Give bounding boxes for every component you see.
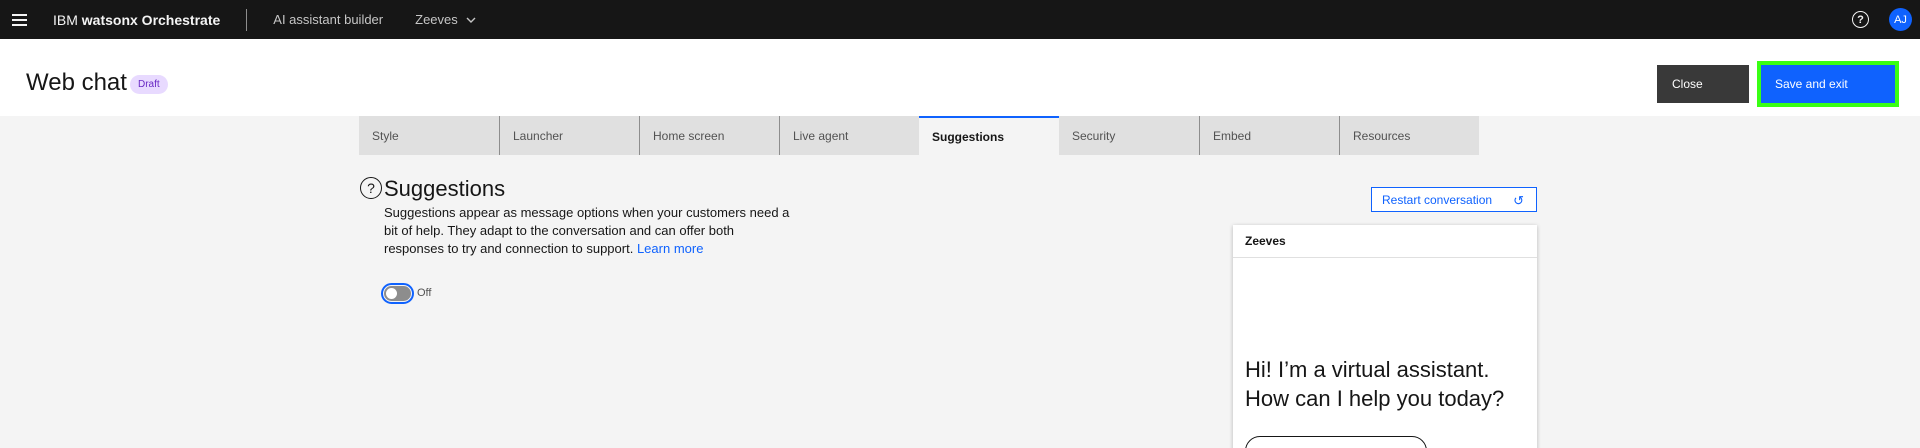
tab-live-agent[interactable]: Live agent — [779, 116, 919, 155]
brand-prefix: IBM — [53, 11, 78, 28]
section-title: Suggestions — [384, 176, 506, 201]
restart-icon: ↺ — [1513, 193, 1524, 208]
description-text: Suggestions appear as message options wh… — [384, 205, 790, 256]
save-and-exit-button[interactable]: Save and exit — [1757, 61, 1899, 107]
chat-header: Zeeves — [1233, 225, 1537, 258]
product-brand[interactable]: IBM watsonx Orchestrate — [53, 12, 220, 28]
tab-embed[interactable]: Embed — [1199, 116, 1339, 155]
tab-security[interactable]: Security — [1059, 116, 1199, 155]
page-header — [0, 39, 1920, 116]
page-title: Web chat — [26, 69, 127, 96]
learn-more-link[interactable]: Learn more — [637, 241, 703, 256]
close-button[interactable]: Close — [1657, 65, 1749, 103]
tab-launcher[interactable]: Launcher — [499, 116, 639, 155]
settings-tabs: Style Launcher Home screen Live agent Su… — [359, 116, 1479, 155]
section-description: Suggestions appear as message options wh… — [384, 204, 794, 258]
avatar[interactable]: AJ — [1889, 8, 1912, 31]
suggestions-toggle[interactable] — [381, 283, 414, 304]
chevron-down-icon — [466, 17, 476, 23]
chat-preview: Zeeves Hi! I’m a virtual assistant. How … — [1233, 225, 1537, 448]
assistant-switcher[interactable]: Zeeves — [415, 12, 476, 27]
status-badge: Draft — [130, 75, 168, 94]
tab-home-screen[interactable]: Home screen — [639, 116, 779, 155]
top-bar: IBM watsonx Orchestrate AI assistant bui… — [0, 0, 1920, 39]
question-icon: ? — [360, 177, 382, 199]
tab-resources[interactable]: Resources — [1339, 116, 1479, 155]
restart-label: Restart conversation — [1382, 192, 1493, 207]
divider — [246, 8, 248, 31]
help-icon[interactable]: ? — [1852, 11, 1869, 28]
breadcrumb-ai-assistant-builder[interactable]: AI assistant builder — [273, 12, 383, 27]
toggle-state-label: Off — [417, 287, 432, 299]
restart-conversation-button[interactable]: Restart conversation ↺ — [1371, 187, 1537, 212]
tab-suggestions[interactable]: Suggestions — [919, 116, 1059, 155]
assistant-name: Zeeves — [415, 12, 458, 27]
hamburger-menu-icon[interactable] — [0, 0, 39, 39]
brand-name: watsonx Orchestrate — [81, 11, 221, 28]
suggestion-chip[interactable] — [1245, 436, 1427, 448]
toggle-knob — [386, 288, 397, 299]
greeting-message: Hi! I’m a virtual assistant. How can I h… — [1245, 357, 1505, 411]
tab-style[interactable]: Style — [359, 116, 499, 155]
